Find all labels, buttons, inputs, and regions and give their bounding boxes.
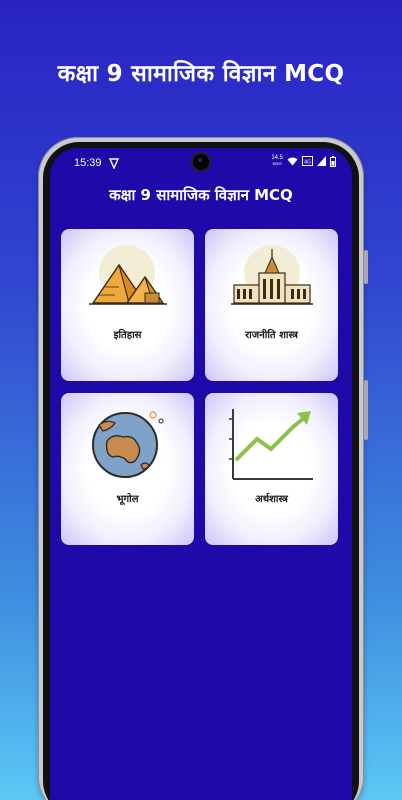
- front-camera: [193, 154, 209, 170]
- app-screen: 15:39 14.5 KB/S 4G कक्षा 9 सामाजिक विज्ञ…: [50, 148, 352, 800]
- category-label: राजनीति शास्त्र: [245, 330, 298, 341]
- status-time: 15:39: [74, 157, 102, 169]
- growth-chart-icon: [229, 409, 313, 480]
- category-card-history[interactable]: इतिहास: [61, 229, 194, 381]
- category-label: इतिहास: [113, 330, 142, 341]
- svg-text:4G: 4G: [304, 160, 311, 166]
- status-icons: 14.5 KB/S 4G: [271, 155, 336, 167]
- vpn-shield-icon: [108, 158, 120, 169]
- category-label: भूगोल: [116, 494, 139, 505]
- volte-icon: 4G: [302, 156, 313, 166]
- signal-icon: [317, 156, 326, 166]
- globe-icon: [92, 411, 164, 478]
- promo-title: कक्षा 9 सामाजिक विज्ञान MCQ: [57, 61, 345, 87]
- status-bar: 15:39 14.5 KB/S 4G: [50, 148, 352, 178]
- app-title: कक्षा 9 सामाजिक विज्ञान MCQ: [109, 186, 293, 204]
- volume-button: [364, 250, 368, 284]
- category-card-political-science[interactable]: राजनीति शास्त्र: [205, 229, 338, 381]
- power-button: [364, 380, 368, 440]
- battery-icon: [330, 155, 336, 167]
- net-speed: 14.5 KB/S: [271, 155, 283, 166]
- parliament-icon: [231, 245, 313, 305]
- wifi-icon: [287, 157, 298, 165]
- category-label: अर्थशास्त्र: [255, 494, 288, 505]
- pyramids-icon: [89, 245, 167, 305]
- category-card-economics[interactable]: अर्थशास्त्र: [205, 393, 338, 545]
- category-card-geography[interactable]: भूगोल: [61, 393, 194, 545]
